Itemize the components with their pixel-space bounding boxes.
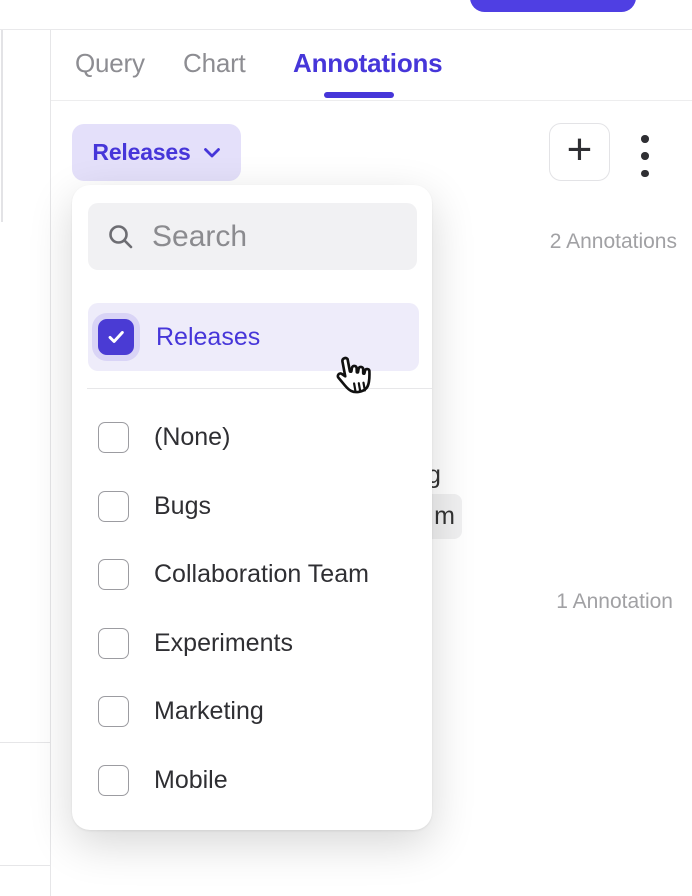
releases-filter-label: Releases <box>92 139 190 166</box>
search-icon <box>107 223 135 251</box>
primary-button-partial[interactable] <box>470 0 636 12</box>
checkbox[interactable] <box>98 628 129 659</box>
option-row-bugs[interactable]: Bugs <box>88 472 419 540</box>
kebab-dot <box>641 152 649 160</box>
option-label: Mobile <box>154 766 228 795</box>
checkbox[interactable] <box>98 422 129 453</box>
option-label: Marketing <box>154 697 264 726</box>
kebab-dot <box>641 170 649 178</box>
option-row-experiments[interactable]: Experiments <box>88 609 419 677</box>
checkmark-icon <box>105 326 127 348</box>
dropdown-divider <box>87 388 432 389</box>
kebab-dot <box>641 135 649 143</box>
option-row-marketing[interactable]: Marketing <box>88 677 419 745</box>
checkbox[interactable] <box>98 765 129 796</box>
header-divider <box>0 29 692 30</box>
more-options-button[interactable] <box>638 135 652 177</box>
left-row-divider <box>0 742 50 743</box>
annotations-filter-dropdown: Releases (None) Bugs Collaboration Team … <box>72 185 432 830</box>
active-tab-underline <box>324 92 394 98</box>
option-label: Bugs <box>154 492 211 521</box>
tab-query[interactable]: Query <box>75 50 145 76</box>
annotation-count-bottom: 1 Annotation <box>556 591 673 613</box>
option-label: Experiments <box>154 629 293 658</box>
checkbox[interactable] <box>98 491 129 522</box>
search-field[interactable] <box>88 203 417 270</box>
option-row-releases[interactable]: Releases <box>88 303 419 371</box>
option-label: (None) <box>154 423 230 452</box>
option-label: Releases <box>156 323 260 352</box>
chevron-down-icon <box>203 147 221 159</box>
left-row-divider <box>0 865 50 866</box>
option-row-none[interactable]: (None) <box>88 403 419 471</box>
releases-filter-button[interactable]: Releases <box>72 124 241 181</box>
tab-annotations[interactable]: Annotations <box>293 50 442 76</box>
option-label: Collaboration Team <box>154 560 369 589</box>
annotations-screen: Query Chart Annotations Releases + 2 Ann… <box>0 0 692 896</box>
plus-icon: + <box>567 130 593 170</box>
annotation-count-top: 2 Annotations <box>550 231 677 253</box>
add-annotation-button[interactable]: + <box>549 123 610 181</box>
panel-edge-divider <box>1 30 3 222</box>
checkbox[interactable] <box>98 559 129 590</box>
tabbar-divider <box>51 100 692 101</box>
checkbox-checked[interactable] <box>98 319 134 355</box>
sidebar-divider <box>50 30 51 896</box>
option-row-collaboration-team[interactable]: Collaboration Team <box>88 540 419 608</box>
checkbox[interactable] <box>98 696 129 727</box>
tab-chart[interactable]: Chart <box>183 50 246 76</box>
option-row-mobile[interactable]: Mobile <box>88 746 419 814</box>
search-input[interactable] <box>152 220 538 254</box>
